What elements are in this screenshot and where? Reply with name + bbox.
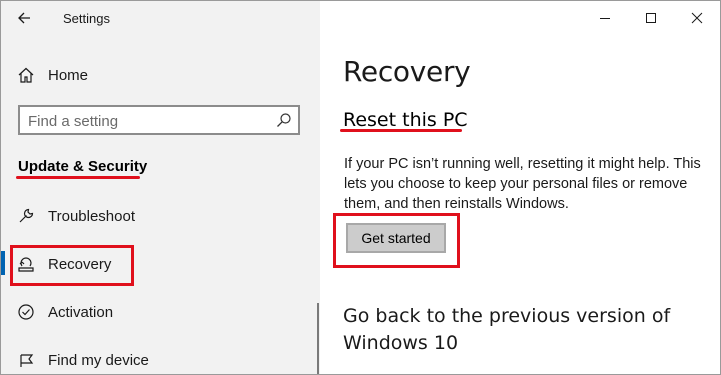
main-content: Recovery Reset this PC If your PC isn’t … [320,1,720,374]
search-box [18,105,300,135]
sidebar-item-label: Troubleshoot [48,207,135,225]
sidebar-item-label: Activation [48,303,114,321]
settings-window: Settings Home Update & Security [0,0,721,375]
go-back-heading: Go back to the previous version of Windo… [343,305,671,354]
reset-description: If your PC isn’t running well, resetting… [344,156,701,212]
sidebar-item-home[interactable]: Home [1,55,320,95]
annotation-underline [16,176,140,179]
annotation-underline [340,129,462,132]
sidebar-scrollbar[interactable] [317,303,319,374]
sidebar-item-label: Find my device [48,351,149,369]
activation-icon [15,301,37,323]
close-icon [691,12,703,24]
home-icon [15,64,37,86]
sidebar-item-find-my-device[interactable]: Find my device [1,340,320,374]
title-bar: Settings [1,1,320,37]
page-title: Recovery [343,55,471,88]
maximize-button[interactable] [628,1,674,35]
annotation-box [333,213,460,268]
sidebar-item-troubleshoot[interactable]: Troubleshoot [1,196,320,236]
app-title: Settings [63,11,110,26]
minimize-icon [600,18,610,19]
search-icon[interactable] [274,110,294,130]
sidebar-item-label: Home [48,66,89,84]
find-device-icon [15,349,37,371]
reset-heading: Reset this PC [343,109,468,131]
back-button[interactable] [9,5,39,31]
back-arrow-icon [18,12,30,24]
close-button[interactable] [674,1,720,35]
sidebar: Settings Home Update & Security [1,1,320,374]
annotation-box [10,245,134,286]
wrench-icon [15,205,37,227]
sidebar-item-activation[interactable]: Activation [1,292,320,332]
minimize-button[interactable] [582,1,628,35]
maximize-icon [646,13,656,23]
section-heading: Update & Security [18,158,148,175]
window-controls [582,1,720,35]
search-input[interactable] [28,111,268,131]
